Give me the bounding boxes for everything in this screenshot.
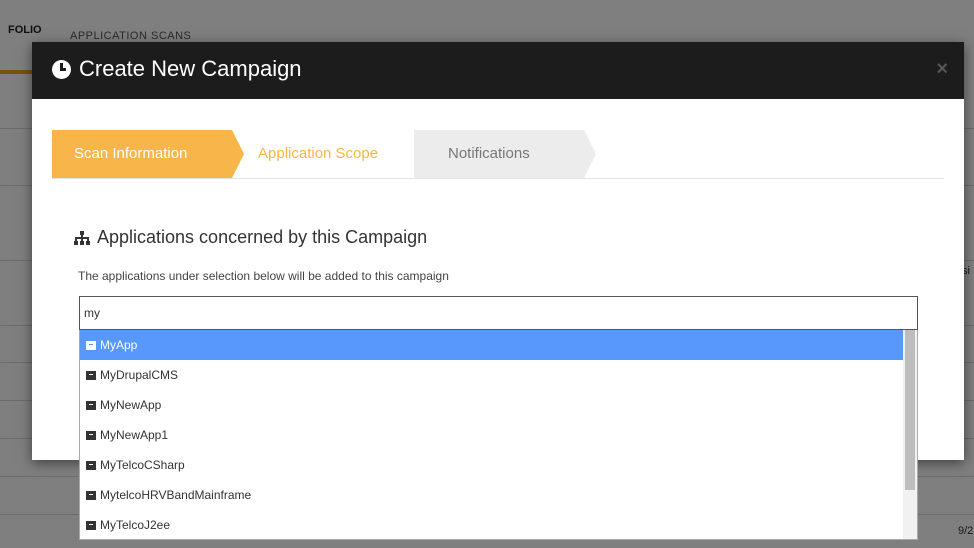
option-label: MyTelcoCSharp (100, 458, 185, 472)
option-label: MyNewApp (100, 398, 162, 412)
step-application-scope[interactable]: Application Scope (238, 130, 426, 178)
archive-icon (86, 520, 96, 530)
option-label: MyNewApp1 (100, 428, 169, 442)
section-title-text: Applications concerned by this Campaign (97, 227, 428, 247)
modal-title-text: Create New Campaign (79, 56, 302, 81)
step-label: Application Scope (258, 145, 379, 162)
dropdown-option[interactable]: MytelcoHRVBandMainframe (80, 480, 905, 510)
section-description: The applications under selection below w… (78, 269, 449, 283)
option-label: MyApp (100, 338, 138, 352)
sitemap-icon (74, 230, 90, 245)
dropdown-option[interactable]: MyApp (80, 330, 905, 360)
scrollbar-thumb[interactable] (905, 330, 915, 490)
option-label: MytelcoHRVBandMainframe (100, 488, 252, 502)
dropdown-option[interactable]: MyDrupalCMS (80, 360, 905, 390)
option-label: MyDrupalCMS (100, 368, 179, 382)
modal-header: Create New Campaign × (32, 42, 964, 99)
archive-icon (86, 370, 96, 380)
close-icon[interactable]: × (936, 58, 948, 81)
clock-icon (52, 59, 71, 79)
application-dropdown: MyApp MyDrupalCMS MyNewApp MyNewApp1 MyT… (79, 330, 918, 540)
dropdown-option[interactable]: MyTelcoJ2ee (80, 510, 905, 539)
dropdown-scrollbar[interactable] (903, 330, 917, 539)
modal-title: Create New Campaign (52, 56, 302, 82)
wizard-steps: Scan Information Application Scope Notif… (52, 130, 944, 179)
dropdown-option[interactable]: MyNewApp (80, 390, 905, 420)
archive-icon (86, 490, 96, 500)
application-search-input[interactable]: my (79, 296, 918, 330)
option-label: MyTelcoJ2ee (100, 518, 171, 532)
archive-icon (86, 400, 96, 410)
archive-icon (86, 430, 96, 440)
dropdown-option[interactable]: MyTelcoCSharp (80, 450, 905, 480)
section-title: Applications concerned by this Campaign (74, 227, 427, 248)
dropdown-option[interactable]: MyNewApp1 (80, 420, 905, 450)
step-notifications[interactable]: Notifications (414, 130, 596, 178)
archive-icon (86, 340, 96, 350)
step-scan-information[interactable]: Scan Information (52, 130, 244, 178)
archive-icon (86, 460, 96, 470)
